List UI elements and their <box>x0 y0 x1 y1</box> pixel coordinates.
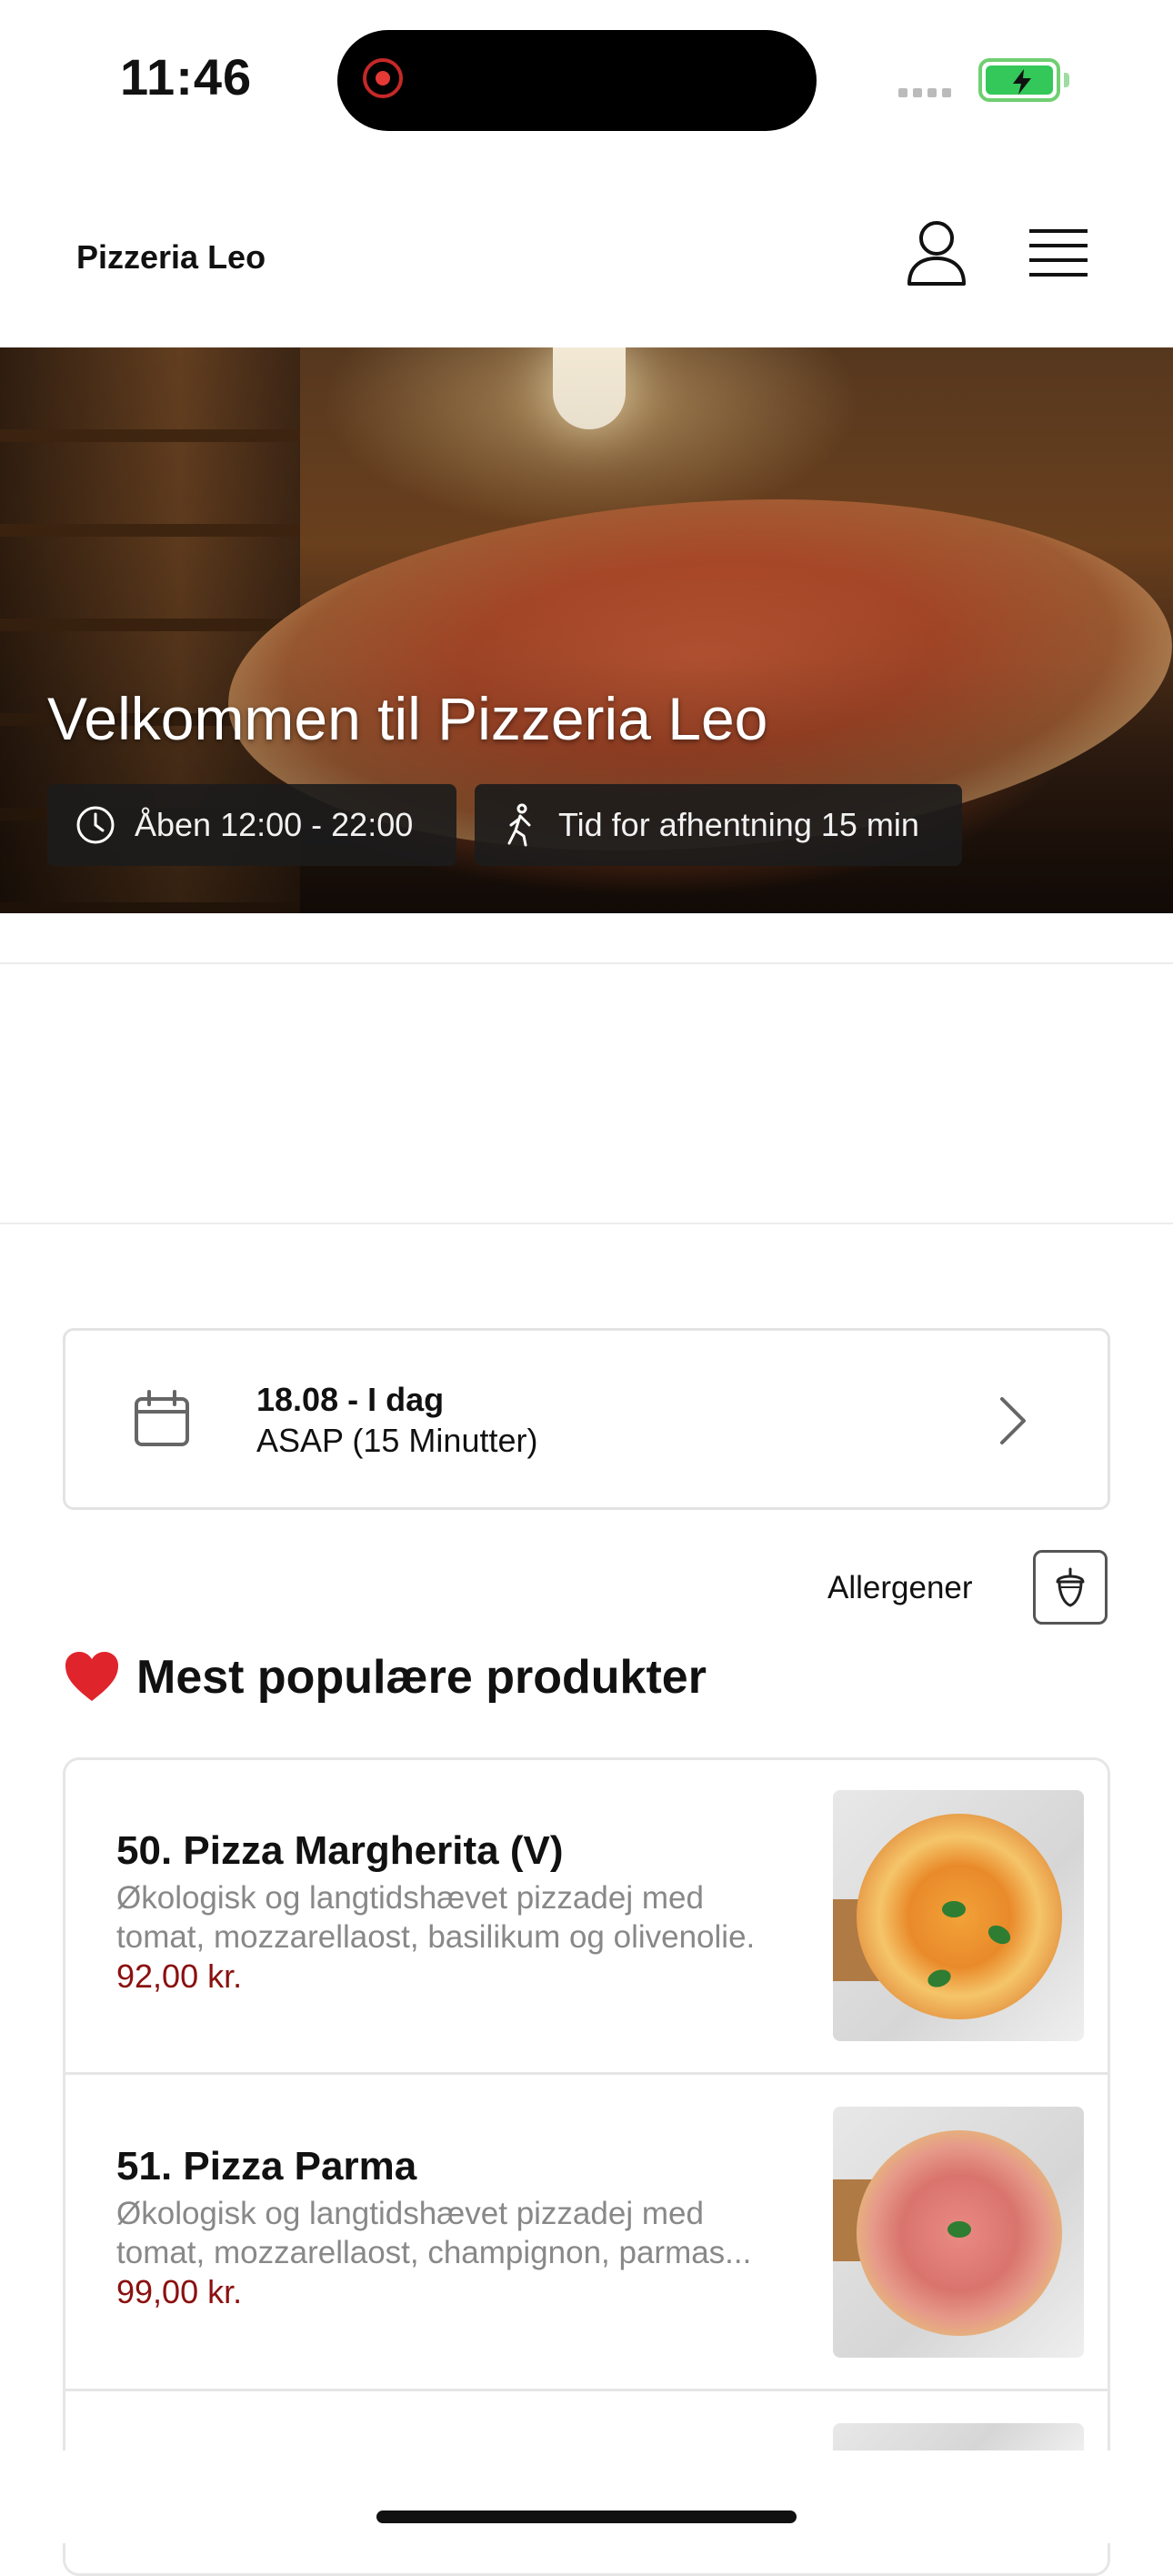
allergens-label[interactable]: Allergener <box>827 1570 973 1606</box>
calendar-icon <box>135 1390 189 1446</box>
row-divider <box>65 2389 1108 2391</box>
product-image[interactable] <box>833 2107 1084 2358</box>
bottom-bar <box>0 2450 1173 2543</box>
status-time: 11:46 <box>120 48 253 106</box>
product-image[interactable] <box>833 2423 1084 2450</box>
allergens-button[interactable] <box>1033 1550 1108 1625</box>
product-description-line: Økologisk og langtidshævet pizzadej med <box>116 2196 704 2231</box>
product-name[interactable]: 51. Pizza Parma <box>116 2144 416 2189</box>
battery-icon <box>978 58 1069 102</box>
divider <box>0 962 1173 964</box>
walking-icon <box>507 803 531 847</box>
product-description-line: tomat, mozzarellaost, champignon, parmas… <box>116 2235 752 2270</box>
dynamic-island <box>337 30 817 131</box>
product-description: Økologisk og langtidshævet pizzadej med … <box>116 2194 807 2272</box>
opening-hours-badge: Åben 12:00 - 22:00 <box>47 784 456 866</box>
hero-title: Velkommen til Pizzeria Leo <box>47 685 768 752</box>
clock-icon <box>76 806 115 844</box>
row-divider <box>65 2072 1108 2075</box>
product-description: Økologisk og langtidshævet pizzadej med … <box>116 1878 807 1957</box>
product-price: 92,00 kr. <box>116 1957 243 1995</box>
restaurant-name[interactable]: Pizzeria Leo <box>76 238 266 277</box>
product-image[interactable] <box>833 1790 1084 2041</box>
chevron-right-icon <box>1000 1397 1026 1444</box>
product-description-line: Økologisk og langtidshævet pizzadej med <box>116 1880 704 1916</box>
heart-icon <box>65 1652 118 1701</box>
delivery-date-selector[interactable] <box>63 1328 1110 1510</box>
signal-icon <box>898 86 958 97</box>
screen-recording-icon <box>363 58 403 98</box>
opening-hours-text: Åben 12:00 - 22:00 <box>135 806 414 843</box>
pickup-time-text: Tid for afhentning 15 min <box>558 806 919 843</box>
product-description-line: tomat, mozzarellaost, basilikum og olive… <box>116 1919 756 1955</box>
pickup-time-badge: Tid for afhentning 15 min <box>475 784 962 866</box>
hamburger-menu-icon[interactable] <box>1029 227 1088 280</box>
product-name[interactable]: 50. Pizza Margherita (V) <box>116 1828 563 1874</box>
divider <box>0 1223 1173 1224</box>
product-price: 99,00 kr. <box>116 2273 243 2310</box>
acorn-icon <box>1056 1567 1085 1607</box>
user-icon[interactable] <box>906 218 967 287</box>
section-title: Mest populære produkter <box>136 1651 707 1704</box>
selected-date: 18.08 - I dag <box>256 1381 445 1418</box>
selected-time: ASAP (15 Minutter) <box>256 1422 538 1459</box>
home-indicator[interactable] <box>376 2511 797 2523</box>
